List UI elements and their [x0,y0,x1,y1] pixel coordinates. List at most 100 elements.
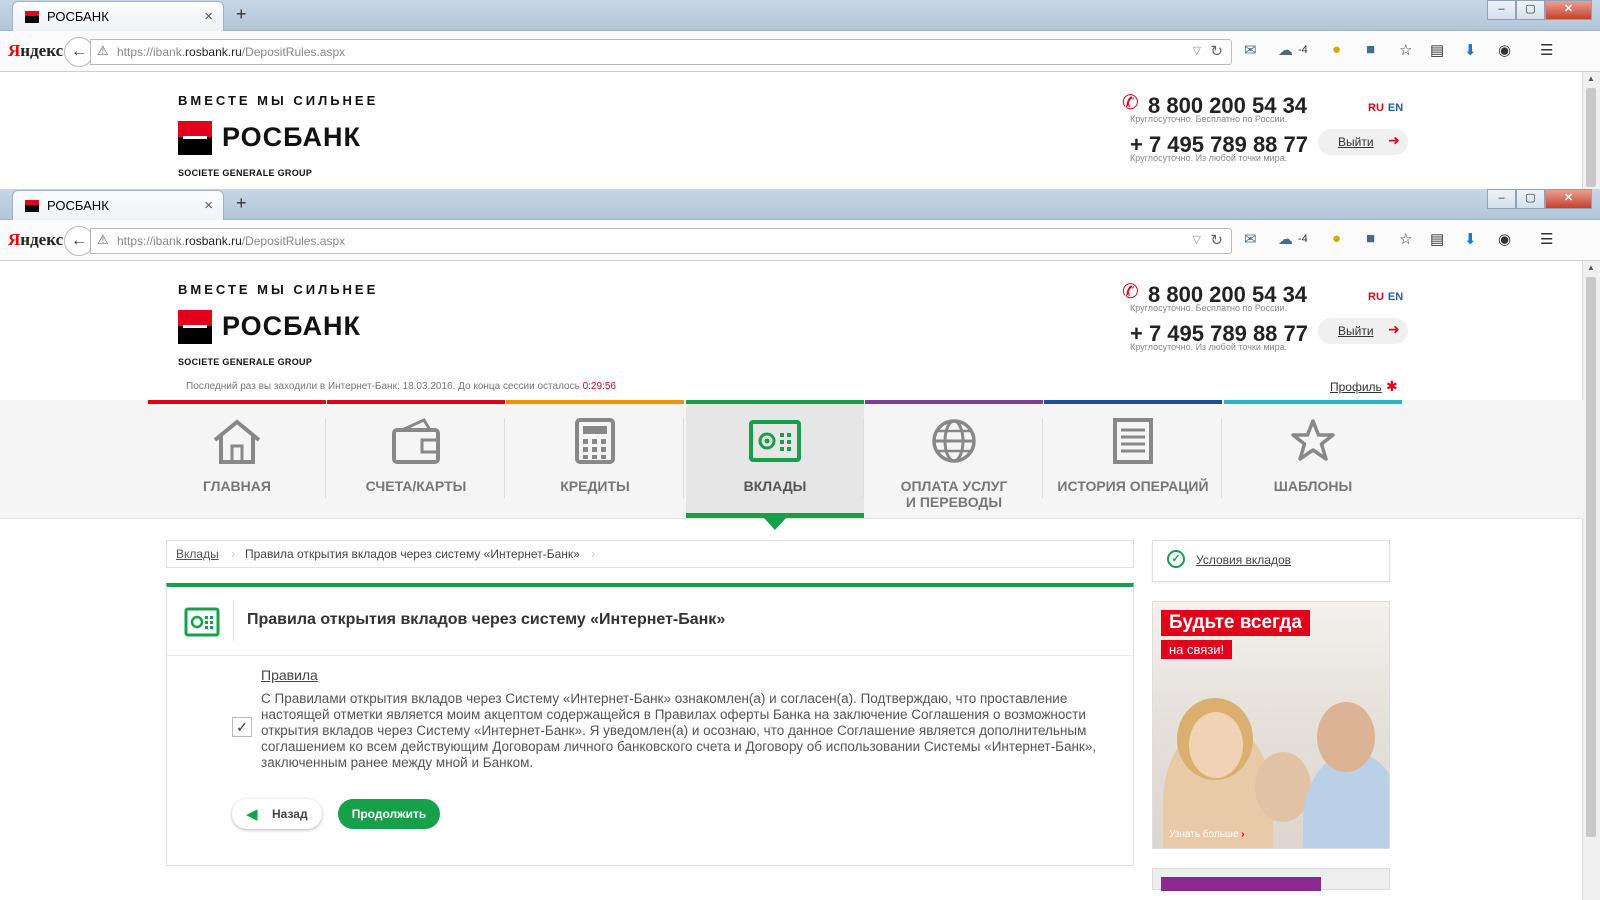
bank-logo[interactable]: РОСБАНК [222,122,361,153]
slogan: ВМЕСТЕ МЫ СИЛЬНЕЕ [178,282,379,297]
arrow-right-icon: ➜ [1388,132,1400,148]
menu-item-templates[interactable]: ШАБЛОНЫ [1224,400,1402,518]
download-icon[interactable]: ⬇ [1464,230,1477,248]
phone-russia-note: Круглосуточно. Бесплатно по России. [1130,303,1288,313]
scrollbar-top[interactable]: ▲ [1582,72,1600,189]
promo-banner[interactable]: Будьте всегда на связи! Узнать больше › [1152,601,1390,849]
arrow-left-icon: ◀ [246,806,258,823]
tab-close-button[interactable]: × [204,8,213,25]
logout-button[interactable]: Выйти ➜ [1318,129,1408,155]
lang-en[interactable]: EN [1388,291,1403,303]
menu-item-deposits[interactable]: ВКЛАДЫ [686,400,864,530]
minimize-button[interactable]: – [1487,0,1516,20]
scroll-thumb[interactable] [1586,277,1596,837]
bank-logo[interactable]: РОСБАНК [222,311,361,342]
check-circle-icon: ✓ [1167,550,1185,568]
scroll-up-icon[interactable]: ▲ [1587,74,1595,83]
maximize-button[interactable]: ▢ [1516,0,1545,20]
lang-ru[interactable]: RU [1368,102,1384,114]
continue-label: Продолжить [351,807,427,821]
weather-icon[interactable]: ☁ [1278,230,1293,248]
deposit-conditions-card[interactable]: ✓ Условия вкладов [1152,540,1390,582]
menu-item-home[interactable]: ГЛАВНАЯ [148,400,326,518]
continue-button[interactable]: Продолжить [338,799,440,829]
browser-tab[interactable]: РОСБАНК × [12,1,224,31]
download-icon[interactable]: ⬇ [1464,41,1477,59]
document-icon [1113,418,1153,464]
promo-title: Будьте всегда [1161,610,1310,636]
reload-icon[interactable]: ↻ [1210,42,1223,60]
tab-close-button[interactable]: × [204,197,213,214]
browser-tabbar-2: РОСБАНК × + – ▢ ✕ [0,189,1600,220]
rosbank-favicon-icon [25,11,39,23]
rosbank-logo-icon [178,310,212,344]
logout-button[interactable]: Выйти ➜ [1318,318,1408,344]
yandex-logo[interactable]: Яндекс [8,230,63,250]
extension-icon[interactable]: ■ [1366,230,1375,247]
promo-banner-2[interactable] [1152,868,1390,891]
reload-icon[interactable]: ↻ [1210,231,1223,249]
scrollbar[interactable]: ▲ [1582,261,1600,900]
chat-icon[interactable]: ◉ [1498,41,1511,59]
panel-title: Правила открытия вкладов через систему «… [247,611,726,628]
lang-ru[interactable]: RU [1368,291,1384,303]
menu-icon[interactable]: ☰ [1540,230,1553,248]
coin-icon[interactable]: ● [1332,41,1341,58]
weather-temp: -4 [1298,233,1308,245]
address-bar[interactable]: ⚠ https://ibank.rosbank.ru/DepositRules.… [90,39,1232,65]
agreement-checkbox[interactable]: ✓ [232,717,252,737]
back-button[interactable]: ◀ Назад [232,799,322,829]
rosbank-logo-icon [178,121,212,155]
dropdown-icon[interactable]: ▽ [1193,44,1201,57]
coin-icon[interactable]: ● [1332,230,1341,247]
lang-en[interactable]: EN [1388,102,1403,114]
yandex-logo[interactable]: Яндекс [8,41,63,61]
warning-icon: ⚠ [97,232,109,247]
panel-header: Правила открытия вкладов через систему «… [167,587,1133,656]
maximize-button[interactable]: ▢ [1516,189,1545,209]
menu-label: ШАБЛОНЫ [1273,478,1353,494]
minimize-button[interactable]: – [1487,189,1516,209]
bookmark-star-icon[interactable]: ☆ [1399,41,1412,59]
gear-icon[interactable]: ✱ [1386,378,1398,395]
address-bar[interactable]: ⚠ https://ibank.rosbank.ru/DepositRules.… [90,228,1232,254]
wallet-icon [392,418,440,464]
chevron-right-icon: › [231,546,236,561]
new-tab-button[interactable]: + [236,193,247,214]
browser-tab-2[interactable]: РОСБАНК × [12,190,224,220]
bookmarks-list-icon[interactable]: ▤ [1430,41,1444,59]
chat-icon[interactable]: ◉ [1498,230,1511,248]
close-window-button[interactable]: ✕ [1545,0,1592,20]
new-tab-button[interactable]: + [236,4,247,25]
promo-more-link[interactable]: Узнать больше › [1169,829,1245,840]
menu-item-payments[interactable]: ОПЛАТА УСЛУГ И ПЕРЕВОДЫ [865,400,1043,518]
rules-link[interactable]: Правила [261,667,318,683]
bookmark-star-icon[interactable]: ☆ [1399,230,1412,248]
menu-item-accounts[interactable]: СЧЕТА/КАРТЫ [327,400,505,518]
phone-world-note: Круглосуточно. Из любой точки мира. [1130,153,1288,163]
menu-item-history[interactable]: ИСТОРИЯ ОПЕРАЦИЙ [1044,400,1222,518]
phone-icon: ✆ [1122,92,1139,114]
scroll-up-icon[interactable]: ▲ [1587,263,1595,272]
phone-world-note: Круглосуточно. Из любой точки мира. [1130,342,1288,352]
back-label: Назад [272,807,308,821]
breadcrumb-deposits[interactable]: Вклады [176,547,219,561]
menu-label: ВКЛАДЫ [743,478,807,494]
deposit-conditions-link[interactable]: Условия вкладов [1196,553,1291,567]
menu-item-credits[interactable]: КРЕДИТЫ [506,400,684,518]
group-label: SOCIETE GENERALE GROUP [178,168,313,178]
extension-icon[interactable]: ■ [1366,41,1375,58]
menu-icon[interactable]: ☰ [1540,41,1553,59]
tab-title: РОСБАНК [47,9,109,24]
profile-link[interactable]: Профиль [1330,380,1382,394]
close-window-button[interactable]: ✕ [1545,189,1592,209]
chevron-right-icon: › [591,546,596,561]
bookmarks-list-icon[interactable]: ▤ [1430,230,1444,248]
dropdown-icon[interactable]: ▽ [1193,233,1201,246]
weather-temp: -4 [1298,44,1308,56]
rosbank-favicon-icon [25,200,39,212]
scroll-thumb[interactable] [1586,88,1596,187]
mail-icon[interactable]: ✉ [1244,230,1257,248]
mail-icon[interactable]: ✉ [1244,41,1257,59]
weather-icon[interactable]: ☁ [1278,41,1293,59]
